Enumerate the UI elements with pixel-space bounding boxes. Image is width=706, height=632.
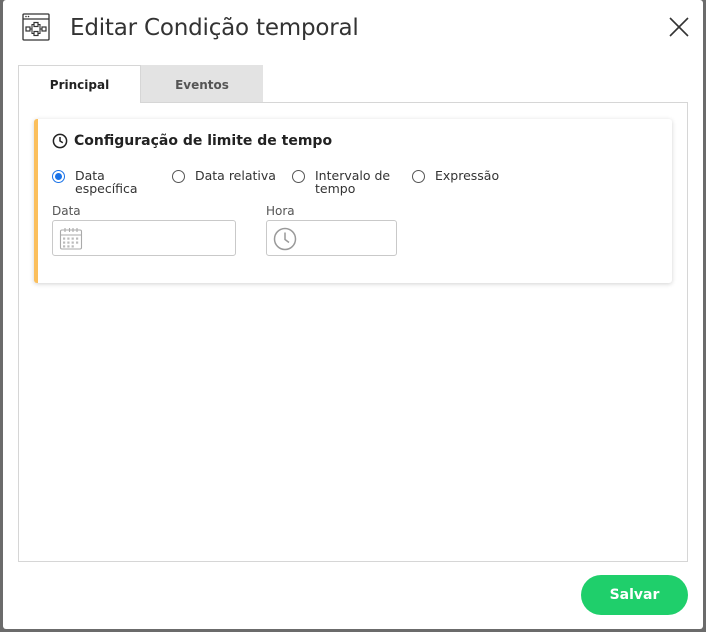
save-button[interactable]: Salvar xyxy=(581,575,688,615)
date-field[interactable] xyxy=(52,220,236,256)
dialog-title: Editar Condição temporal xyxy=(70,15,359,41)
radio-circle[interactable] xyxy=(292,170,305,183)
time-limit-card: Configuração de limite de tempo Data esp… xyxy=(34,119,672,283)
date-label: Data xyxy=(52,204,81,218)
radio-circle[interactable] xyxy=(172,170,185,183)
time-label: Hora xyxy=(266,204,295,218)
clock-icon xyxy=(273,227,297,251)
calendar-icon xyxy=(59,228,83,250)
radio-data-relativa[interactable]: Data relativa xyxy=(172,169,290,183)
close-icon[interactable] xyxy=(667,15,691,39)
radio-data-especifica[interactable]: Data específica xyxy=(52,169,145,195)
tab-content-panel: Configuração de limite de tempo Data esp… xyxy=(18,102,688,562)
flow-diagram-icon xyxy=(22,13,50,41)
radio-intervalo-de-tempo[interactable]: Intervalo de tempo xyxy=(292,169,400,195)
radio-label: Data relativa xyxy=(195,168,276,183)
tab-eventos[interactable]: Eventos xyxy=(141,65,263,103)
tab-principal[interactable]: Principal xyxy=(18,65,141,103)
time-field[interactable] xyxy=(266,220,397,256)
radio-label: Intervalo de tempo xyxy=(315,168,391,196)
radio-label: Data específica xyxy=(75,168,138,196)
clock-icon xyxy=(52,133,68,149)
radio-expressao[interactable]: Expressão xyxy=(412,169,525,183)
radio-circle[interactable] xyxy=(412,170,425,183)
radio-label: Expressão xyxy=(435,168,500,183)
radio-circle[interactable] xyxy=(52,170,65,183)
card-title: Configuração de limite de tempo xyxy=(74,133,333,149)
edit-dialog: Editar Condição temporal Principal Event… xyxy=(3,0,703,629)
